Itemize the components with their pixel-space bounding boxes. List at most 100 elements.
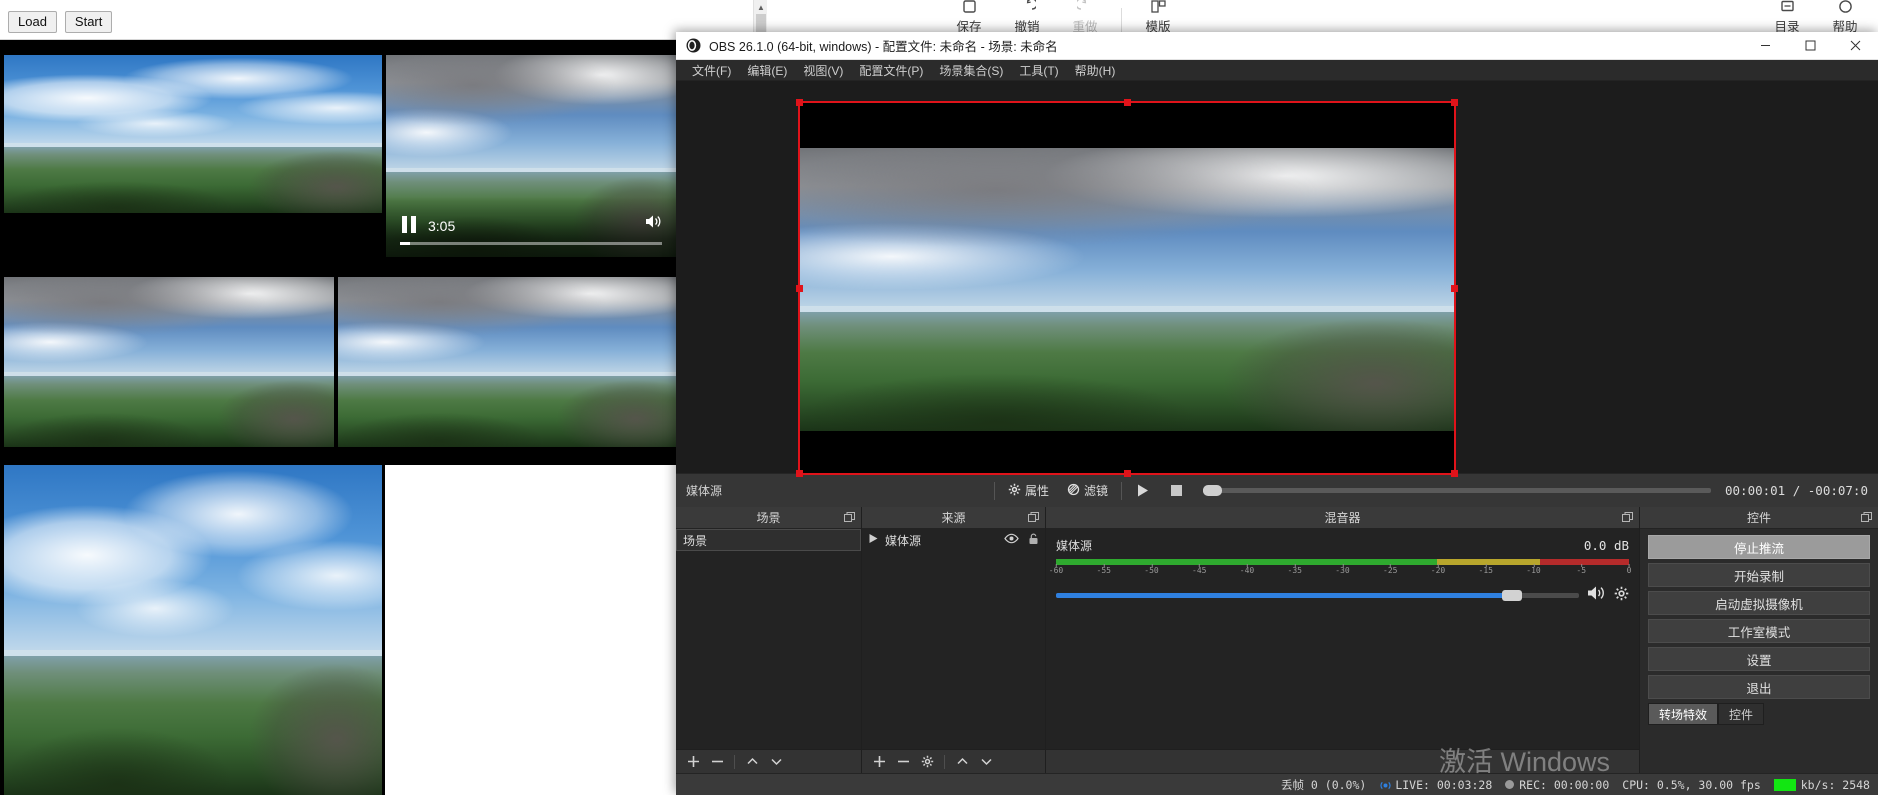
redo-icon xyxy=(1056,0,1114,15)
menu-help[interactable]: 帮助(H) xyxy=(1067,60,1124,81)
start-button[interactable]: Start xyxy=(64,11,113,33)
resize-handle-top-left[interactable] xyxy=(796,99,803,106)
volume-slider[interactable] xyxy=(1056,590,1579,601)
media-bar-divider xyxy=(994,481,995,500)
controls-dock-title: 控件 xyxy=(1746,511,1771,525)
resize-handle-top-right[interactable] xyxy=(1451,99,1458,106)
menu-tools[interactable]: 工具(T) xyxy=(1011,60,1066,81)
thumbnail-item-playing[interactable]: 3:05 xyxy=(386,55,676,257)
move-scene-down-icon[interactable] xyxy=(765,751,787,773)
speaker-icon[interactable] xyxy=(1587,585,1606,606)
meter-tick-label: -35 xyxy=(1287,564,1302,575)
thumbnail-item[interactable] xyxy=(338,277,676,447)
float-dock-icon[interactable] xyxy=(844,512,855,526)
preview-canvas[interactable] xyxy=(796,99,1458,477)
move-source-down-icon[interactable] xyxy=(975,751,997,773)
remove-scene-icon[interactable] xyxy=(706,751,728,773)
video-player-overlay: 3:05 xyxy=(386,197,676,257)
filters-button[interactable]: 滤镜 xyxy=(1062,480,1113,501)
tab-controls[interactable]: 控件 xyxy=(1718,703,1765,725)
mixer-channels[interactable]: 媒体源 0.0 dB -60 -55 -50 -45 -40 -35 -30 -25 -20 -1… xyxy=(1046,529,1639,749)
filters-icon xyxy=(1067,483,1080,499)
pause-icon[interactable] xyxy=(402,216,416,233)
scrollbar-thumb[interactable] xyxy=(756,14,766,34)
sources-list[interactable]: 媒体源 xyxy=(862,529,1045,749)
controls-buttons[interactable]: 停止推流 开始录制 启动虚拟摄像机 工作室模式 设置 退出 转场特效 控件 xyxy=(1640,529,1878,773)
bitrate-value: kb/s: 2548 xyxy=(1800,777,1870,792)
thumbnail-land xyxy=(4,375,334,447)
resize-handle-top-center[interactable] xyxy=(1124,99,1131,106)
media-controls-bar: 媒体源 属性 滤镜 00:00:01 / -00:07:0 xyxy=(676,473,1878,507)
remove-source-icon[interactable] xyxy=(892,751,914,773)
resize-handle-middle-right[interactable] xyxy=(1451,285,1458,292)
obs-preview-area[interactable] xyxy=(676,81,1878,477)
tab-transitions[interactable]: 转场特效 xyxy=(1648,703,1719,725)
mixer-gear-icon[interactable] xyxy=(1614,586,1629,606)
play-icon[interactable] xyxy=(1130,481,1156,500)
add-source-icon[interactable] xyxy=(868,751,890,773)
menu-scene-collection[interactable]: 场景集合(S) xyxy=(931,60,1011,81)
add-scene-icon[interactable] xyxy=(682,751,704,773)
scenes-list[interactable]: 场景 xyxy=(676,529,861,749)
properties-button[interactable]: 属性 xyxy=(1003,480,1054,501)
obs-status-bar: 丢帧 0 (0.0%) LIVE: 00:03:28 REC: 00:00:00… xyxy=(676,773,1878,795)
stop-streaming-button[interactable]: 停止推流 xyxy=(1648,535,1870,559)
menu-file[interactable]: 文件(F) xyxy=(684,60,739,81)
menu-profile[interactable]: 配置文件(P) xyxy=(851,60,931,81)
close-icon[interactable] xyxy=(1833,32,1878,60)
catalog-icon xyxy=(1758,0,1816,15)
thumbnail-sky xyxy=(338,277,676,383)
source-properties-gear-icon[interactable] xyxy=(916,751,938,773)
thumbnail-item[interactable] xyxy=(4,465,382,795)
lock-icon[interactable] xyxy=(1028,533,1039,548)
sources-dock-footer xyxy=(862,749,1045,773)
source-list-item[interactable]: 媒体源 xyxy=(862,529,1045,551)
thumbnail-sky xyxy=(386,55,676,181)
stop-icon[interactable] xyxy=(1164,482,1189,499)
obs-title-bar[interactable]: OBS 26.1.0 (64-bit, windows) - 配置文件: 未命名… xyxy=(676,32,1878,60)
float-dock-icon[interactable] xyxy=(1861,512,1872,526)
maximize-icon[interactable] xyxy=(1788,32,1833,60)
mixer-channel[interactable]: 媒体源 0.0 dB -60 -55 -50 -45 -40 -35 -30 -25 -20 -1… xyxy=(1049,537,1632,606)
eye-icon[interactable] xyxy=(1004,533,1019,547)
scroll-up-arrow-icon[interactable]: ▲ xyxy=(754,0,768,14)
load-button[interactable]: Load xyxy=(8,11,57,33)
start-virtual-camera-button[interactable]: 启动虚拟摄像机 xyxy=(1648,591,1870,615)
meter-tick-label: 0 xyxy=(1626,564,1632,575)
scene-list-item[interactable]: 场景 xyxy=(676,529,861,551)
controls-dock: 控件 停止推流 开始录制 启动虚拟摄像机 工作室模式 设置 退出 转场特效 控件 xyxy=(1640,507,1878,773)
scenes-dock-header: 场景 xyxy=(676,507,861,529)
menu-view[interactable]: 视图(V) xyxy=(795,60,851,81)
resize-handle-bottom-center[interactable] xyxy=(1124,470,1131,477)
resize-handle-bottom-right[interactable] xyxy=(1451,470,1458,477)
resize-handle-middle-left[interactable] xyxy=(796,285,803,292)
mixer-channel-name: 媒体源 xyxy=(1056,539,1093,553)
thumbnail-item[interactable] xyxy=(4,55,382,213)
thumbnail-item[interactable] xyxy=(4,277,334,447)
minimize-icon[interactable] xyxy=(1743,32,1788,60)
editor-empty-pane xyxy=(385,465,676,795)
float-dock-icon[interactable] xyxy=(1028,512,1039,526)
filters-label: 滤镜 xyxy=(1084,484,1109,498)
thumbnail-land xyxy=(338,375,676,447)
start-recording-button[interactable]: 开始录制 xyxy=(1648,563,1870,587)
exit-button[interactable]: 退出 xyxy=(1648,675,1870,699)
meter-tick-label: -30 xyxy=(1335,564,1350,575)
media-seek-slider[interactable] xyxy=(1203,485,1711,496)
background-app-scrollbar[interactable]: ▲ xyxy=(753,0,767,36)
menu-edit[interactable]: 编辑(E) xyxy=(739,60,795,81)
cpu-status: CPU: 0.5%, 30.00 fps xyxy=(1622,777,1761,792)
volume-icon[interactable] xyxy=(645,214,662,234)
help-icon xyxy=(1816,0,1874,15)
video-progress-bar[interactable] xyxy=(400,242,662,245)
move-scene-up-icon[interactable] xyxy=(741,751,763,773)
meter-tick-label: -55 xyxy=(1096,564,1111,575)
mixer-dock-footer xyxy=(1046,749,1639,773)
resize-handle-bottom-left[interactable] xyxy=(796,470,803,477)
settings-button[interactable]: 设置 xyxy=(1648,647,1870,671)
source-name: 媒体源 xyxy=(885,533,922,548)
float-dock-icon[interactable] xyxy=(1622,512,1633,526)
meter-tick-label: -25 xyxy=(1383,564,1398,575)
move-source-up-icon[interactable] xyxy=(951,751,973,773)
studio-mode-button[interactable]: 工作室模式 xyxy=(1648,619,1870,643)
